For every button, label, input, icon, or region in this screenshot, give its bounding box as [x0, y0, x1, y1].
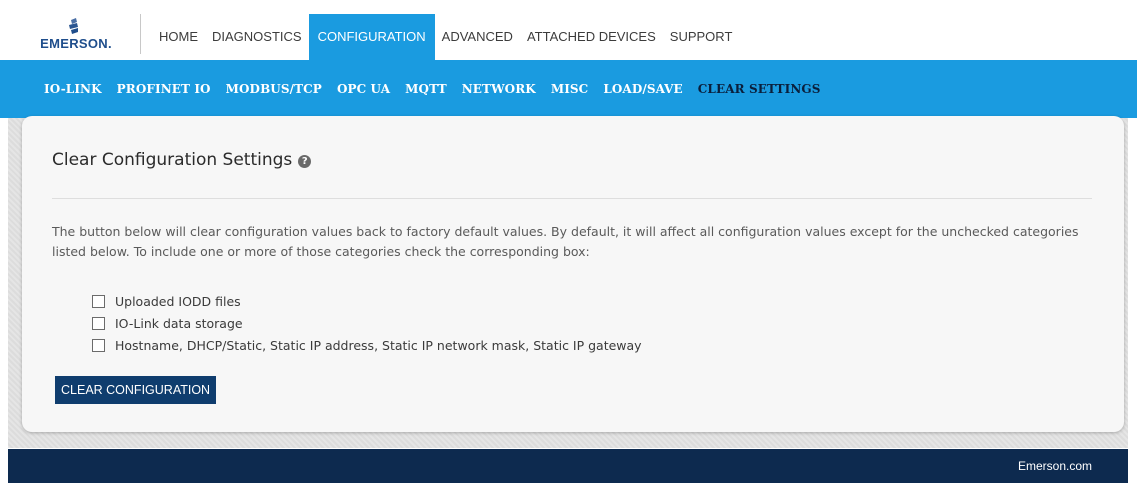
subnav-io-link[interactable]: IO-LINK	[44, 82, 102, 96]
subnav-clear-settings[interactable]: CLEAR SETTINGS	[698, 82, 821, 96]
subnav-profinet-io[interactable]: PROFINET IO	[117, 82, 211, 96]
option-label: IO-Link data storage	[115, 315, 243, 331]
clear-settings-panel: Clear Configuration Settings? The button…	[22, 116, 1124, 432]
subnav-opc-ua[interactable]: OPC UA	[337, 82, 390, 96]
option-iodd-files: Uploaded IODD files	[92, 290, 642, 312]
nav-configuration[interactable]: CONFIGURATION	[308, 14, 435, 60]
nav-support[interactable]: SUPPORT	[663, 14, 740, 60]
footer-emerson-link[interactable]: Emerson.com	[1018, 449, 1092, 483]
emerson-logo[interactable]: EMERSON.	[28, 14, 124, 54]
page-title-text: Clear Configuration Settings	[52, 150, 293, 170]
category-options: Uploaded IODD files IO-Link data storage…	[92, 290, 642, 356]
nav-diagnostics[interactable]: DIAGNOSTICS	[205, 14, 309, 60]
subnav-modbus-tcp[interactable]: MODBUS/TCP	[226, 82, 322, 96]
clear-configuration-button[interactable]: CLEAR CONFIGURATION	[55, 376, 217, 404]
option-network-settings: Hostname, DHCP/Static, Static IP address…	[92, 334, 642, 356]
main-nav: HOME DIAGNOSTICS CONFIGURATION ADVANCED …	[152, 14, 739, 60]
option-label: Uploaded IODD files	[115, 293, 241, 309]
title-divider	[52, 198, 1092, 199]
panel-description: The button below will clear configuratio…	[52, 224, 1079, 259]
checkbox-network-settings[interactable]	[92, 338, 105, 352]
footer: Emerson.com	[8, 449, 1128, 483]
sub-nav: IO-LINK PROFINET IO MODBUS/TCP OPC UA MQ…	[0, 60, 1137, 118]
checkbox-iodd-files[interactable]	[92, 294, 105, 308]
checkbox-io-link-data-storage[interactable]	[92, 316, 105, 330]
subnav-load-save[interactable]: LOAD/SAVE	[603, 82, 682, 96]
subnav-misc[interactable]: MISC	[551, 82, 589, 96]
subnav-network[interactable]: NETWORK	[462, 82, 536, 96]
page-title: Clear Configuration Settings?	[52, 150, 312, 170]
brand-name: EMERSON.	[40, 36, 112, 51]
nav-advanced[interactable]: ADVANCED	[435, 14, 520, 60]
emerson-logo-mark-icon	[69, 18, 78, 34]
option-label: Hostname, DHCP/Static, Static IP address…	[115, 337, 642, 353]
subnav-mqtt[interactable]: MQTT	[405, 82, 447, 96]
header-divider	[140, 14, 141, 54]
help-icon[interactable]: ?	[298, 155, 312, 168]
top-header: EMERSON. HOME DIAGNOSTICS CONFIGURATION …	[0, 0, 1137, 60]
nav-home[interactable]: HOME	[152, 14, 205, 60]
option-io-link-data-storage: IO-Link data storage	[92, 312, 642, 334]
nav-attached-devices[interactable]: ATTACHED DEVICES	[520, 14, 663, 60]
